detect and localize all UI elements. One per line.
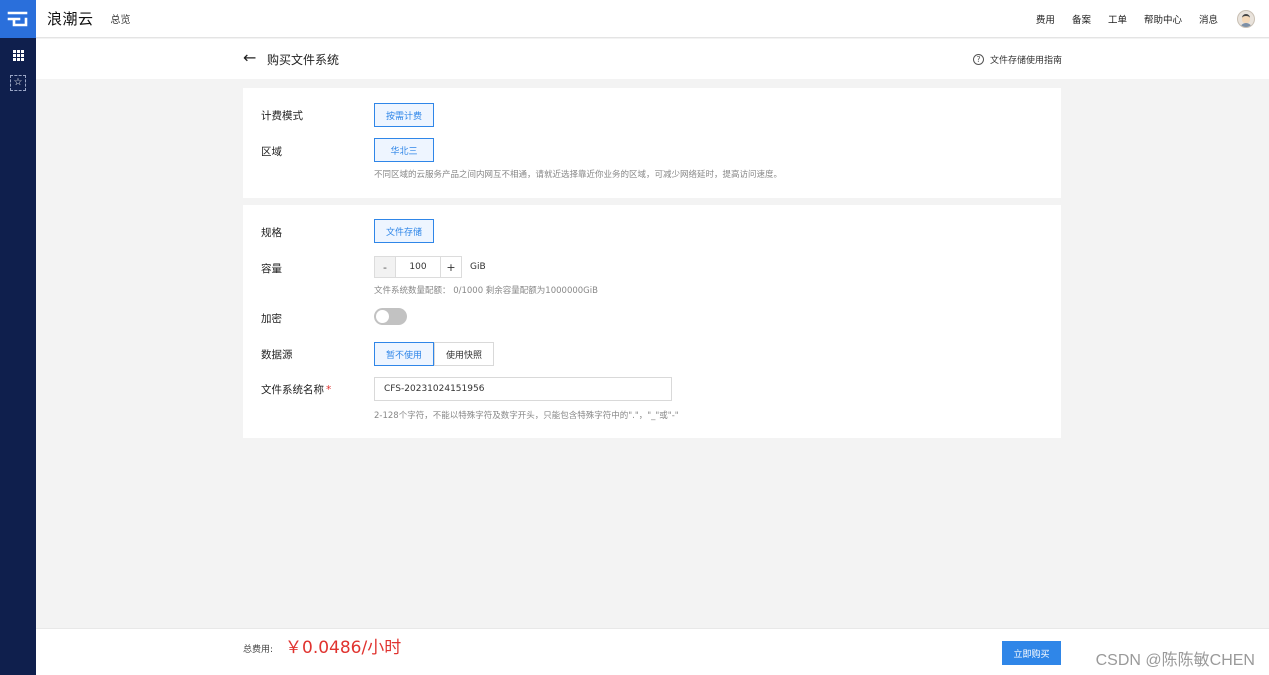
overview-link[interactable]: 总览 <box>111 11 131 26</box>
logo-icon[interactable] <box>0 0 36 38</box>
buy-now-button[interactable]: 立即购买 <box>1002 641 1061 665</box>
total-price: ￥0.0486/小时 <box>285 638 402 658</box>
datasource-label: 数据源 <box>261 349 293 361</box>
page-header: ← 购买文件系统 ? 文件存储使用指南 <box>36 39 1269 79</box>
region-label: 区域 <box>261 146 282 158</box>
grid-icon <box>12 49 24 61</box>
back-arrow-icon[interactable]: ← <box>243 50 259 66</box>
required-mark: * <box>326 384 332 396</box>
favorites-button[interactable]: ☆ <box>0 72 36 94</box>
fsname-input[interactable] <box>374 377 672 401</box>
nav-tickets[interactable]: 工单 <box>1108 12 1127 26</box>
avatar[interactable] <box>1237 10 1255 28</box>
capacity-label: 容量 <box>261 263 282 275</box>
watermark: CSDN @陈陈敏CHEN <box>1095 652 1255 669</box>
brand-name[interactable]: 浪潮云 <box>47 8 94 29</box>
region-hint: 不同区域的云服务产品之间内网互不相通，请就近选择靠近你业务的区域，可减少网络延时… <box>374 170 783 180</box>
spec-panel: 规格 文件存储 容量 - 100 + GiB 文件系统数量配额： 0/1000 … <box>243 205 1061 438</box>
total-label: 总费用: <box>243 645 274 655</box>
guide-link-label: 文件存储使用指南 <box>989 56 1062 66</box>
footer-bar: 总费用: ￥0.0486/小时 立即购买 CSDN @陈陈敏CHEN <box>36 628 1269 675</box>
region-option[interactable]: 华北三 <box>374 138 434 162</box>
grid-menu-button[interactable] <box>0 38 36 72</box>
capacity-hint: 文件系统数量配额： 0/1000 剩余容量配额为1000000GiB <box>374 286 598 296</box>
capacity-decrement-button[interactable]: - <box>374 256 396 278</box>
top-bar: 浪潮云 总览 费用 备案 工单 帮助中心 消息 <box>36 0 1269 38</box>
encrypt-label: 加密 <box>261 313 282 325</box>
fsname-label: 文件系统名称 * <box>261 382 331 397</box>
toggle-knob <box>376 310 389 323</box>
left-rail: ☆ <box>0 0 36 675</box>
nav-messages[interactable]: 消息 <box>1199 12 1218 26</box>
capacity-unit: GiB <box>470 262 486 272</box>
billing-label: 计费模式 <box>261 110 303 122</box>
datasource-option-none[interactable]: 暂不使用 <box>374 342 434 366</box>
help-circle-icon: ? <box>972 54 984 65</box>
encrypt-toggle[interactable] <box>374 308 407 325</box>
guide-link[interactable]: ? 文件存储使用指南 <box>972 53 1062 66</box>
nav-filing[interactable]: 备案 <box>1072 12 1091 26</box>
capacity-stepper: - 100 + GiB <box>374 256 486 278</box>
capacity-value[interactable]: 100 <box>396 256 440 278</box>
billing-region-panel: 计费模式 按需计费 区域 华北三 不同区域的云服务产品之间内网互不相通，请就近选… <box>243 88 1061 198</box>
star-icon: ☆ <box>10 75 26 91</box>
billing-option-on-demand[interactable]: 按需计费 <box>374 103 434 127</box>
top-nav: 费用 备案 工单 帮助中心 消息 <box>1036 0 1269 38</box>
spec-option-file-storage[interactable]: 文件存储 <box>374 219 434 243</box>
spec-label: 规格 <box>261 227 282 239</box>
nav-help-center[interactable]: 帮助中心 <box>1144 12 1182 26</box>
fsname-label-text: 文件系统名称 <box>261 384 324 396</box>
datasource-option-snapshot[interactable]: 使用快照 <box>434 342 494 366</box>
capacity-increment-button[interactable]: + <box>440 256 462 278</box>
nav-fees[interactable]: 费用 <box>1036 12 1055 26</box>
page-title: 购买文件系统 <box>267 53 340 67</box>
fsname-hint: 2-128个字符，不能以特殊字符及数字开头，只能包含特殊字符中的"."，"_"或… <box>374 411 679 421</box>
